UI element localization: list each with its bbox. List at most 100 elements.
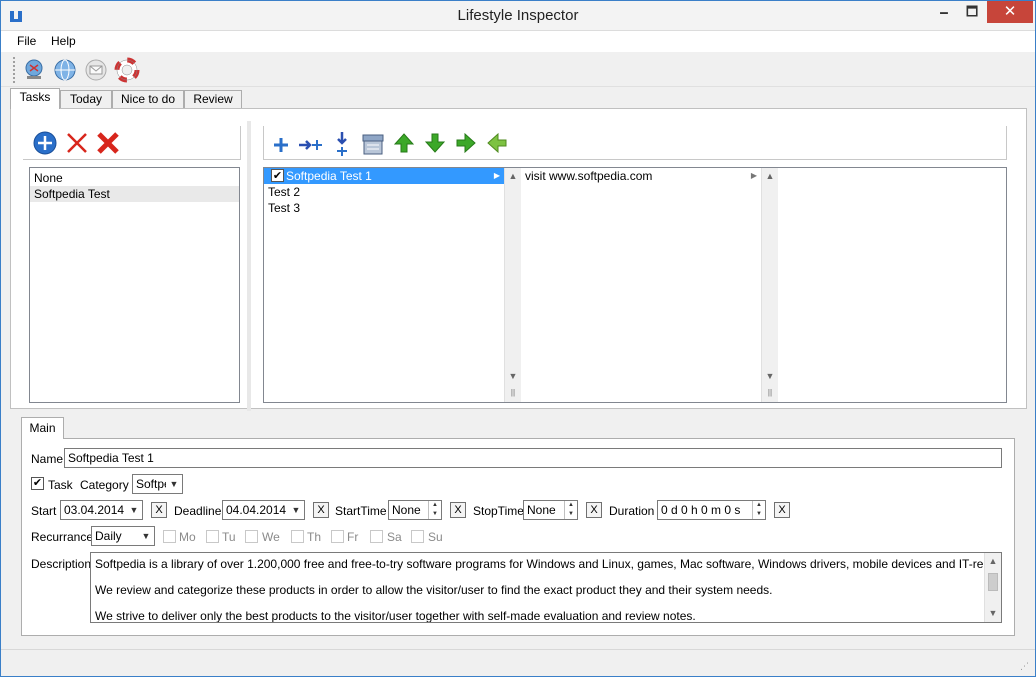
category-item-softpedia-test[interactable]: Softpedia Test (30, 186, 239, 202)
day-checkbox-sa[interactable] (370, 530, 383, 543)
duration-spinner[interactable]: ▲ ▼ (752, 501, 765, 519)
stoptime-input[interactable]: None ▲ ▼ (523, 500, 578, 520)
day-checkbox-su[interactable] (411, 530, 424, 543)
day-checkbox-tu[interactable] (206, 530, 219, 543)
day-checkbox-we[interactable] (245, 530, 258, 543)
recurrance-select[interactable]: Daily ▼ (91, 526, 155, 546)
indent-right-icon[interactable] (456, 133, 476, 153)
connect-icon[interactable] (21, 57, 47, 83)
tab-today[interactable]: Today (60, 90, 112, 109)
description-textarea[interactable]: Softpedia is a library of over 1.200,000… (90, 552, 1002, 623)
spin-down-icon[interactable]: ▼ (753, 510, 765, 519)
clear-starttime-button[interactable]: X (450, 502, 466, 518)
remove-category-icon[interactable] (65, 131, 89, 155)
name-label: Name (31, 452, 64, 466)
expand-arrow-icon[interactable]: ▶ (751, 168, 757, 184)
subtask-item[interactable]: visit www.softpedia.com ▶ (521, 168, 761, 184)
spin-up-icon[interactable]: ▲ (753, 501, 765, 510)
menu-file[interactable]: File (17, 34, 36, 48)
horizontal-splitter[interactable] (10, 410, 1027, 414)
day-label-tu: Tu (222, 530, 236, 544)
scroll-down-icon[interactable]: ▼ (985, 608, 1001, 618)
start-label: Start (31, 504, 57, 518)
scroll-down-icon[interactable]: ▼ (762, 371, 778, 381)
task-column-scrollbar[interactable]: ▲ ▼ || (504, 168, 521, 402)
starttime-value: None (392, 503, 421, 517)
task-item-test-2[interactable]: Test 2 (264, 184, 504, 200)
maximize-button[interactable]: 🗖 (959, 1, 985, 23)
task-label: Softpedia Test 1 (286, 169, 372, 183)
subtask-column-scrollbar[interactable]: ▲ ▼ || (761, 168, 778, 402)
chevron-down-icon[interactable]: ▼ (166, 475, 182, 493)
menu-help[interactable]: Help (51, 34, 76, 48)
task-checkbox[interactable]: ✔ (271, 169, 284, 182)
spin-up-icon[interactable]: ▲ (565, 501, 577, 510)
archive-icon[interactable] (361, 132, 385, 156)
tab-main[interactable]: Main (21, 417, 64, 439)
resize-grip-icon[interactable]: ⋰ (1020, 661, 1029, 672)
chevron-down-icon[interactable]: ▼ (288, 501, 304, 519)
clear-start-button[interactable]: X (151, 502, 167, 518)
minimize-button[interactable]: 🗕 (931, 1, 957, 23)
day-checkbox-mo[interactable] (163, 530, 176, 543)
duration-input[interactable]: 0 d 0 h 0 m 0 s ▲ ▼ (657, 500, 766, 520)
day-label-sa: Sa (387, 530, 402, 544)
name-input[interactable]: Softpedia Test 1 (64, 448, 1002, 468)
resize-handle-icon[interactable]: || (505, 388, 521, 397)
description-label: Description (31, 557, 92, 571)
clear-duration-button[interactable]: X (774, 502, 790, 518)
add-category-icon[interactable] (33, 131, 57, 155)
tab-review[interactable]: Review (184, 90, 242, 109)
recurrance-value: Daily (95, 529, 122, 543)
scroll-up-icon[interactable]: ▲ (505, 171, 521, 181)
start-date-input[interactable]: 03.04.2014 ▼ (60, 500, 143, 520)
chevron-down-icon[interactable]: ▼ (138, 527, 154, 545)
task-item-test-3[interactable]: Test 3 (264, 200, 504, 216)
toolbar-grip[interactable] (13, 57, 17, 83)
scroll-thumb[interactable] (988, 573, 998, 591)
add-subtask-icon[interactable] (334, 131, 350, 157)
description-scrollbar[interactable]: ▲ ▼ (984, 553, 1001, 622)
stoptime-spinner[interactable]: ▲ ▼ (564, 501, 577, 519)
chevron-down-icon[interactable]: ▼ (126, 501, 142, 519)
deadline-label: Deadline (174, 504, 222, 518)
spin-up-icon[interactable]: ▲ (429, 501, 441, 510)
add-task-icon[interactable] (272, 136, 290, 154)
deadline-date-input[interactable]: 04.04.2014 ▼ (222, 500, 305, 520)
close-button[interactable]: ✕ (987, 1, 1033, 23)
subtask-column: visit www.softpedia.com ▶ (521, 168, 761, 402)
help-lifebuoy-icon[interactable] (114, 57, 140, 83)
starttime-spinner[interactable]: ▲ ▼ (428, 501, 441, 519)
spin-down-icon[interactable]: ▼ (565, 510, 577, 519)
move-up-icon[interactable] (394, 133, 414, 153)
deadline-date-value: 04.04.2014 (226, 503, 287, 517)
task-item-softpedia-test-1[interactable]: ✔ Softpedia Test 1 ▶ (264, 168, 504, 184)
day-checkbox-fr[interactable] (331, 530, 344, 543)
tab-nice-to-do[interactable]: Nice to do (112, 90, 184, 109)
expand-arrow-icon[interactable]: ▶ (494, 168, 500, 184)
globe-icon[interactable] (52, 57, 78, 83)
vertical-splitter[interactable] (247, 121, 251, 411)
clear-stoptime-button[interactable]: X (586, 502, 602, 518)
scroll-down-icon[interactable]: ▼ (505, 371, 521, 381)
spin-down-icon[interactable]: ▼ (429, 510, 441, 519)
scroll-up-icon[interactable]: ▲ (762, 171, 778, 181)
task-toolbar (263, 126, 1007, 160)
add-sibling-task-icon[interactable] (298, 136, 324, 154)
clear-deadline-button[interactable]: X (313, 502, 329, 518)
outdent-left-icon[interactable] (487, 133, 507, 153)
delete-category-icon[interactable] (96, 131, 120, 155)
category-list[interactable]: None Softpedia Test (29, 167, 240, 403)
scroll-up-icon[interactable]: ▲ (985, 556, 1001, 566)
task-checkbox[interactable]: ✔ (31, 477, 44, 490)
mail-icon[interactable] (83, 57, 109, 83)
resize-handle-icon[interactable]: || (762, 388, 778, 397)
category-select[interactable]: Softpedia ▼ (132, 474, 183, 494)
tab-tasks[interactable]: Tasks (10, 88, 60, 109)
day-checkbox-th[interactable] (291, 530, 304, 543)
starttime-input[interactable]: None ▲ ▼ (388, 500, 442, 520)
move-down-icon[interactable] (425, 133, 445, 153)
day-label-th: Th (307, 530, 322, 544)
status-bar: ⋰ (1, 649, 1035, 676)
category-item-none[interactable]: None (30, 170, 239, 186)
